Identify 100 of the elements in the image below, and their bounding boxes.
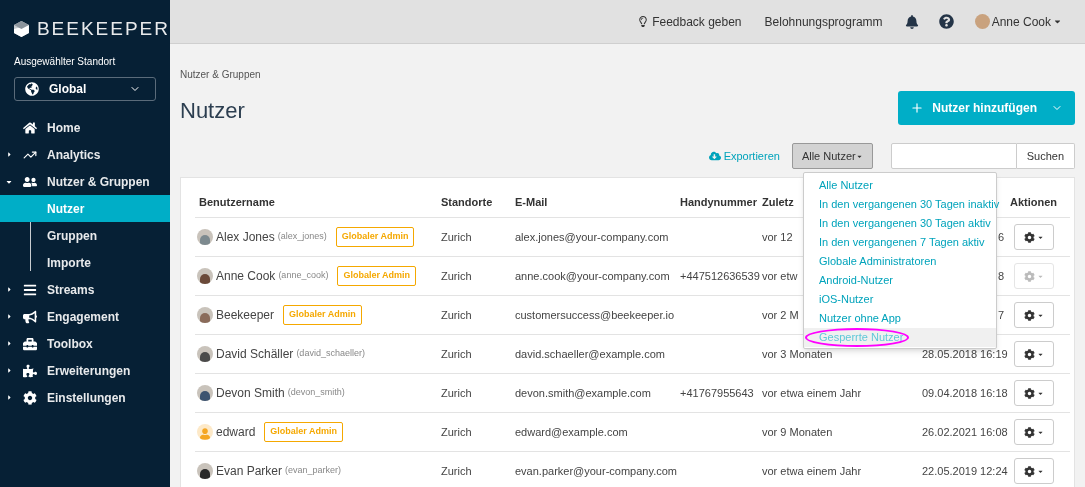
search-button[interactable]: Suchen: [1016, 143, 1075, 169]
actions-button[interactable]: [1014, 458, 1054, 484]
feedback-link[interactable]: Feedback geben: [638, 12, 742, 31]
user-menu[interactable]: Anne Cook: [974, 12, 1062, 31]
logo-text: BEEKEEPER: [36, 16, 170, 41]
table-cell: 6: [997, 230, 1004, 243]
admin-badge: Globaler Admin: [337, 266, 417, 286]
username: (devon_smith): [287, 386, 345, 400]
sidebar-item[interactable]: Analytics: [47, 145, 101, 164]
settings-icon: [1024, 426, 1035, 438]
column-header: E-Mail: [515, 196, 548, 209]
actions-button[interactable]: [1014, 341, 1054, 367]
settings-icon: [1024, 270, 1035, 282]
caret-right-icon[interactable]: [6, 151, 13, 158]
user-name: Evan Parker: [216, 463, 283, 480]
menu-icon: [23, 282, 37, 297]
table-cell: vor etwa einem Jahr: [762, 464, 862, 477]
caret-right-icon[interactable]: [6, 340, 13, 347]
table-cell: Zurich: [441, 347, 472, 360]
plus-icon: [910, 100, 925, 115]
page-title: Nutzer: [180, 97, 245, 125]
table-cell: edward@example.com: [515, 425, 628, 438]
settings-icon: [1024, 465, 1035, 477]
username: (evan_parker): [285, 464, 342, 478]
help-icon[interactable]: [938, 14, 954, 29]
filter-dropdown[interactable]: Alle Nutzer: [791, 143, 873, 169]
sidebar-item[interactable]: Home: [47, 118, 81, 137]
sidebar-item[interactable]: Nutzer & Gruppen: [47, 172, 150, 191]
table-cell: david.schaeller@example.com: [515, 347, 665, 360]
table-cell: +41767955643: [680, 386, 754, 399]
table-cell: vor 9 Monaten: [762, 425, 833, 438]
user-name: edward: [216, 424, 256, 441]
user-name: Beekeeper: [216, 307, 275, 324]
column-header: Handynummer: [680, 196, 758, 209]
sidebar-item[interactable]: Streams: [47, 280, 95, 299]
location-label: Ausgewählter Standort: [13, 55, 117, 69]
table-cell: 28.05.2018 16:19: [922, 347, 1008, 360]
table-cell: Zurich: [441, 464, 472, 477]
table-cell: Zurich: [441, 425, 472, 438]
table-cell: 7: [997, 308, 1004, 321]
user-name: Devon Smith: [216, 385, 285, 402]
table-cell: +447512636539: [680, 269, 760, 282]
search-field[interactable]: [890, 143, 1017, 169]
actions-button[interactable]: [1014, 302, 1054, 328]
column-header: Benutzername: [199, 196, 275, 209]
admin-badge: Globaler Admin: [335, 227, 415, 247]
table-cell: devon.smith@example.com: [515, 386, 651, 399]
breadcrumb: Nutzer & Gruppen: [180, 68, 262, 82]
table-cell: 22.05.2019 12:24: [922, 464, 1008, 477]
table-cell: vor 2 M: [762, 308, 799, 321]
table-cell: evan.parker@your-company.com: [515, 464, 677, 477]
user-name: David Schäller: [216, 346, 294, 363]
caret-right-icon[interactable]: [6, 367, 13, 374]
column-header: Aktionen: [1010, 196, 1058, 209]
admin-badge: Globaler Admin: [264, 422, 344, 442]
caret-right-icon[interactable]: [6, 313, 13, 320]
table-cell: Zurich: [441, 386, 472, 399]
sidebar-item[interactable]: Einstellungen: [47, 388, 126, 407]
caret-down-icon: [1053, 17, 1062, 26]
caret-right-icon[interactable]: [6, 394, 13, 401]
username: (david_schaeller): [296, 347, 365, 361]
sidebar-item[interactable]: Engagement: [47, 307, 119, 326]
table-cell: 8: [997, 269, 1004, 282]
settings-icon: [1024, 348, 1035, 360]
sidebar-item[interactable]: Erweiterungen: [47, 361, 131, 380]
settings-icon: [1024, 387, 1035, 399]
actions-button[interactable]: [1014, 380, 1054, 406]
globe-icon: [25, 82, 39, 96]
puzzle-icon: [23, 363, 37, 378]
home-icon: [23, 120, 37, 135]
settings-icon: [1024, 309, 1035, 321]
table-cell: alex.jones@your-company.com: [515, 230, 669, 243]
sidebar-subitem[interactable]: Importe: [0, 249, 170, 276]
username: (anne_cook): [278, 269, 329, 283]
location-dropdown[interactable]: Global: [14, 77, 156, 101]
table-cell: vor etw: [762, 269, 798, 282]
table-cell: anne.cook@your-company.com: [515, 269, 670, 282]
avatar-icon: [974, 14, 990, 29]
user-name: Alex Jones: [216, 229, 275, 246]
table-cell: customersuccess@beekeeper.io: [515, 308, 675, 321]
users-icon: [23, 174, 37, 189]
settings-icon: [23, 390, 37, 405]
lightbulb-icon: [638, 16, 649, 27]
rewards-link[interactable]: Belohnungsprogramm: [764, 12, 883, 31]
cloud-download-icon: [708, 150, 721, 162]
table-cell: vor etwa einem Jahr: [762, 386, 862, 399]
actions-button[interactable]: [1014, 419, 1054, 445]
table-cell: 09.04.2018 16:18: [922, 386, 1008, 399]
column-header: Zuletz: [762, 196, 794, 209]
caret-right-icon[interactable]: [6, 286, 13, 293]
admin-badge: Globaler Admin: [283, 305, 362, 325]
toolbox-icon: [23, 336, 37, 351]
username: (alex_jones): [277, 230, 327, 244]
sidebar-subitem[interactable]: Gruppen: [0, 222, 170, 249]
table-cell: 26.02.2021 16:08: [922, 425, 1008, 438]
bell-icon[interactable]: [904, 14, 919, 29]
actions-button[interactable]: [1014, 224, 1054, 250]
megaphone-icon: [23, 309, 37, 324]
sidebar-item[interactable]: Toolbox: [47, 334, 93, 353]
table-cell: vor 12: [762, 230, 793, 243]
